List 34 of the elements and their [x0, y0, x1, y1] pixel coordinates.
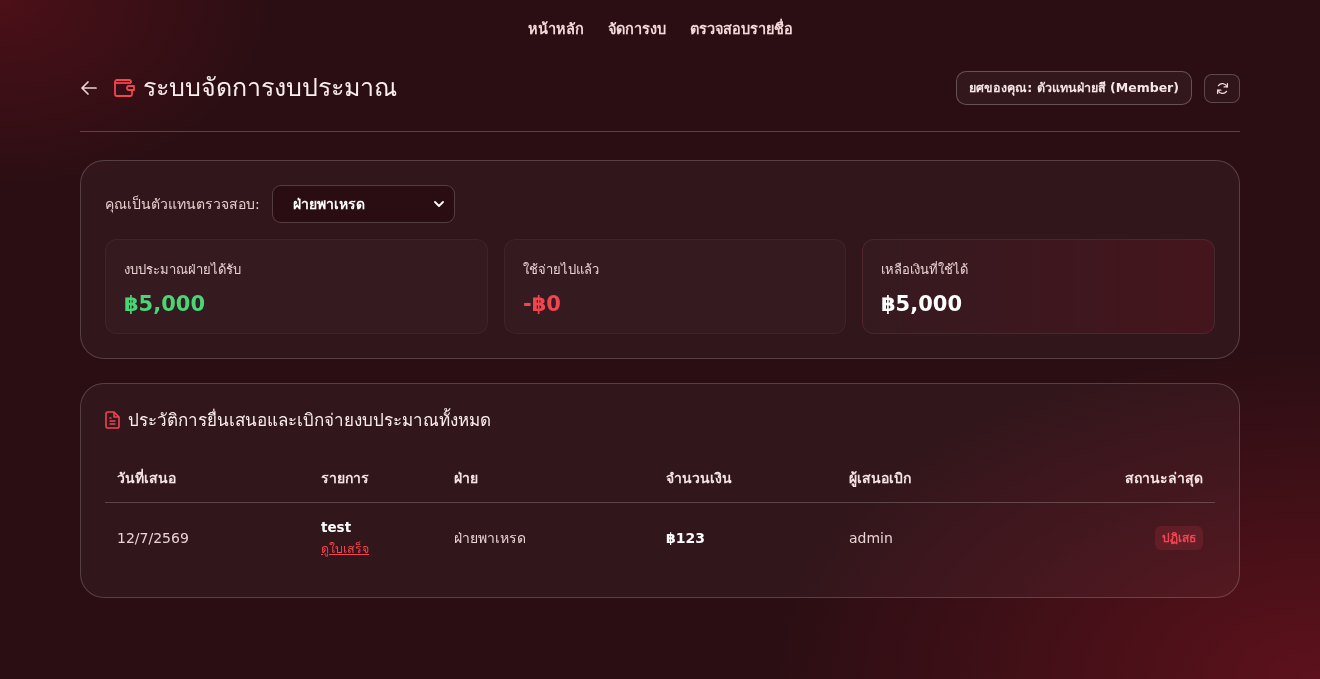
document-icon	[105, 411, 120, 430]
nav-link-item[interactable]: จัดการงบ	[607, 19, 666, 62]
department-select[interactable]: ฝ่ายพาเหรด	[271, 185, 455, 223]
stat-label: ใช้จ่ายไปแล้ว	[523, 261, 600, 279]
back-button[interactable]	[80, 79, 98, 97]
column-header: จำนวนเงิน	[654, 454, 837, 503]
stat-value: -฿0	[523, 290, 562, 318]
table-cell: 12/7/2569	[117, 529, 189, 546]
column-header: ผู้เสนอเบิก	[837, 454, 1010, 503]
column-header: วันที่เสนอ	[105, 454, 309, 503]
status-tag: ปฏิเสธ	[1155, 526, 1203, 550]
stat-label: งบประมาณฝ่ายได้รับ	[124, 261, 242, 279]
chevron-down-icon	[433, 200, 444, 208]
role-badge: ยศของคุณ: ตัวแทนฝ่ายสี (Member)	[956, 70, 1192, 106]
table-cell: admin	[849, 529, 893, 546]
refresh-icon	[1215, 81, 1229, 95]
receipt-link[interactable]: ดูใบเสร็จ	[321, 540, 369, 556]
stat-value: ฿5,000	[881, 290, 964, 318]
stat-label: เหลือเงินที่ใช้ได้	[881, 260, 969, 279]
refresh-button[interactable]	[1204, 73, 1240, 103]
page-title: ระบบจัดการงบประมาณ	[143, 73, 397, 103]
column-header: ฝ่าย	[442, 454, 654, 503]
column-header: รายการ	[309, 454, 442, 503]
back-arrow-icon	[80, 79, 98, 97]
amount-cell: ฿123	[666, 529, 705, 546]
stat-value: ฿5,000	[124, 290, 207, 318]
representative-label: คุณเป็นตัวแทนตรวจสอบ:	[105, 194, 260, 215]
item-name: test	[321, 518, 353, 538]
table-cell: ฝ่ายพาเหรด	[454, 529, 526, 546]
section-title: ประวัติการยื่นเสนอและเบิกจ่ายงบประมาณทั้งหมด	[128, 410, 491, 431]
nav-link-item[interactable]: ตรวจสอบรายชื่อ	[689, 19, 793, 62]
column-header: สถานะล่าสุด	[1009, 454, 1215, 503]
wallet-icon	[114, 78, 135, 98]
nav-link-item[interactable]: หน้าหลัก	[527, 19, 584, 62]
